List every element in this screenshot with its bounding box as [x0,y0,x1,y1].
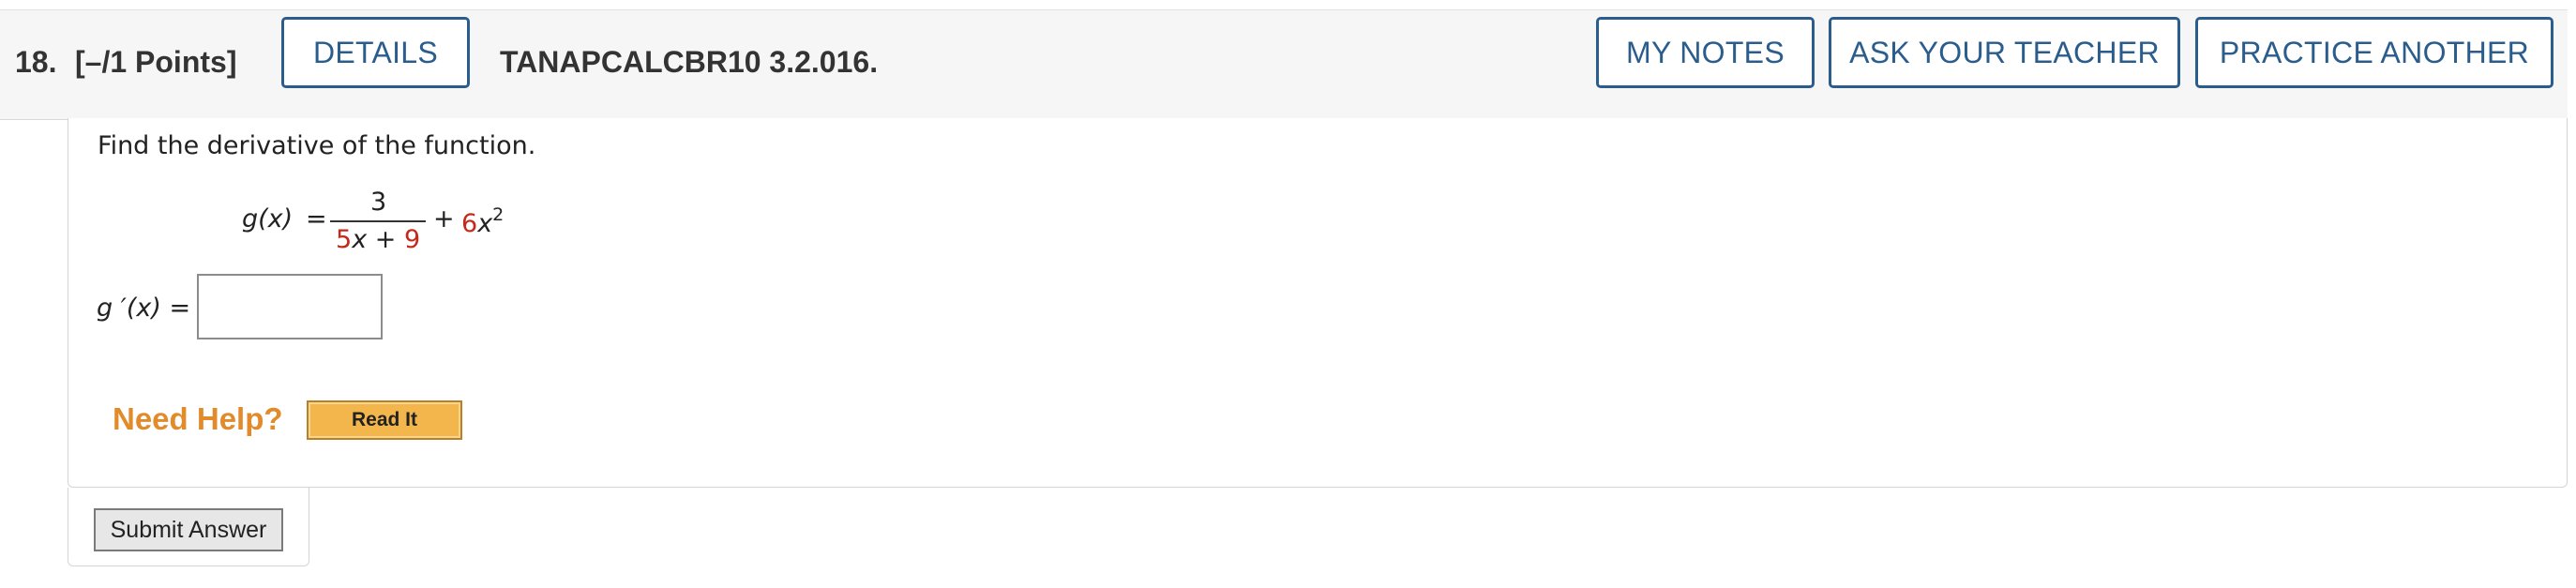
question-prompt: Find the derivative of the function. [98,131,536,160]
my-notes-button[interactable]: MY NOTES [1596,17,1815,88]
submit-answer-button[interactable]: Submit Answer [94,508,283,551]
term-variable: x [477,209,493,238]
answer-input[interactable] [197,274,383,339]
problem-code: TANAPCALCBR10 3.2.016. [500,45,879,79]
denominator-coefficient: 5 [336,225,353,254]
term-exponent: 2 [492,204,505,225]
term-coefficient: 6 [461,209,478,238]
fraction-bar [330,220,426,222]
equals-sign: = [306,204,327,234]
need-help-label: Need Help? [113,401,283,436]
ask-your-teacher-button[interactable]: ASK YOUR TEACHER [1829,17,2180,88]
fraction-numerator: 3 [370,188,387,217]
practice-another-button[interactable]: PRACTICE ANOTHER [2195,17,2553,88]
details-button[interactable]: DETAILS [281,17,470,88]
denominator-variable: x + [352,225,404,254]
power-term: 6x2 [461,204,504,238]
points-label: [–/1 Points] [75,45,237,79]
fraction-denominator: 5x + 9 [336,225,420,254]
answer-label: g ′(x) = [97,294,191,323]
plus-sign: + [433,204,455,234]
read-it-button[interactable]: Read It [307,400,462,440]
question-number: 18. [15,45,57,79]
function-name: g(x) [242,204,294,234]
denominator-constant: 9 [403,225,421,254]
